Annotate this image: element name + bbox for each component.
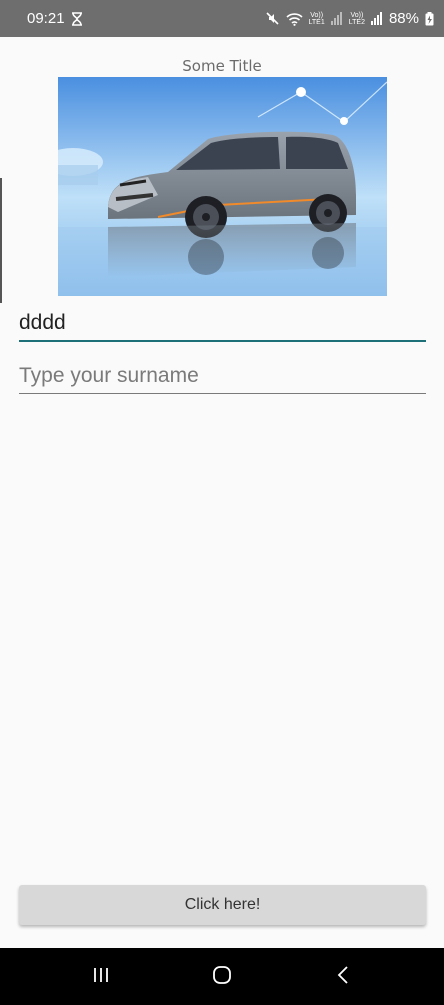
signal-icon (330, 12, 343, 25)
battery-charging-icon (425, 11, 434, 26)
network-label-1-bottom: LTE1 (308, 18, 325, 26)
network-label-1-top: Vo)) (310, 11, 324, 19)
surname-field-underline (19, 393, 426, 394)
status-bar: 09:21 Vo)) LTE1 Vo)) LTE2 88% (0, 0, 444, 37)
network-label-1: Vo)) LTE1 (309, 12, 325, 26)
recent-apps-button[interactable] (71, 957, 131, 997)
home-button[interactable] (192, 957, 252, 997)
hourglass-icon (71, 11, 83, 26)
network-label-2-bottom: LTE2 (348, 18, 365, 26)
back-icon (336, 965, 350, 989)
name-input[interactable] (19, 308, 426, 338)
navigation-bar (0, 948, 444, 1005)
mute-icon (265, 11, 280, 26)
battery-percent: 88% (388, 10, 419, 27)
edge-panel-handle[interactable] (0, 178, 2, 303)
signal-icon (370, 12, 383, 25)
status-right: Vo)) LTE1 Vo)) LTE2 88% (265, 10, 434, 27)
home-icon (212, 965, 232, 989)
click-here-button[interactable]: Click here! (19, 885, 426, 925)
wifi-icon (285, 12, 303, 26)
name-field[interactable] (19, 308, 426, 342)
surname-input[interactable] (19, 361, 426, 391)
car-image (58, 77, 387, 296)
clock: 09:21 (27, 10, 65, 27)
network-label-2: Vo)) LTE2 (349, 12, 365, 26)
recent-apps-icon (92, 966, 110, 988)
surname-field[interactable] (19, 361, 426, 394)
back-button[interactable] (313, 957, 373, 997)
network-label-2-top: Vo)) (350, 11, 364, 19)
name-field-underline (19, 340, 426, 342)
app-screen: 09:21 Vo)) LTE1 Vo)) LTE2 88% Some Title… (0, 0, 444, 1005)
status-left: 09:21 (27, 10, 83, 27)
page-title: Some Title (182, 57, 262, 75)
